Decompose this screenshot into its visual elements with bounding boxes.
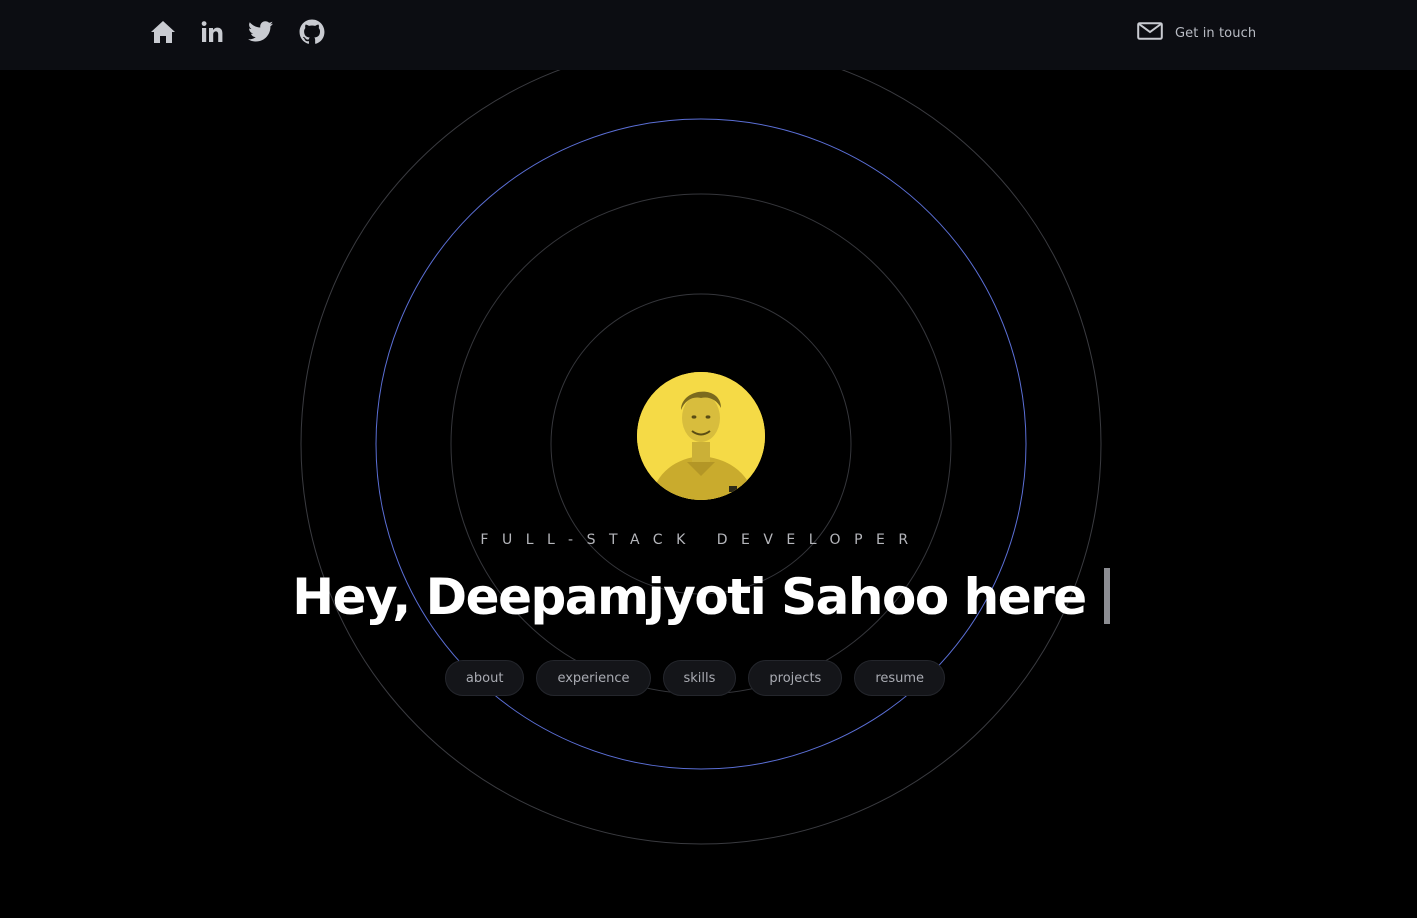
resume-link[interactable]: resume [854,660,946,696]
github-icon[interactable] [298,18,326,46]
skills-link[interactable]: skills [662,660,737,696]
page: Get in touch FULL-STACK DEVELOPER Hey, D… [0,0,1417,918]
mail-icon [1137,22,1163,44]
projects-link[interactable]: projects [748,660,843,696]
experience-link[interactable]: experience [536,660,651,696]
get-in-touch-link[interactable]: Get in touch [1137,22,1256,44]
role-subtitle: FULL-STACK DEVELOPER [480,532,922,548]
about-link[interactable]: about [444,660,525,696]
home-icon[interactable] [149,18,177,46]
linkedin-icon[interactable] [198,18,226,46]
section-links: about experience skills projects resume [0,660,1390,696]
headline-text: Hey, Deepamjyoti Sahoo here [292,568,1087,626]
profile-photo [637,372,765,500]
header: Get in touch [0,0,1417,70]
typing-cursor [1103,568,1110,624]
twitter-icon[interactable] [247,18,275,46]
get-in-touch-label: Get in touch [1175,25,1257,41]
hero-headline: Hey, Deepamjyoti Sahoo here [0,568,1402,626]
